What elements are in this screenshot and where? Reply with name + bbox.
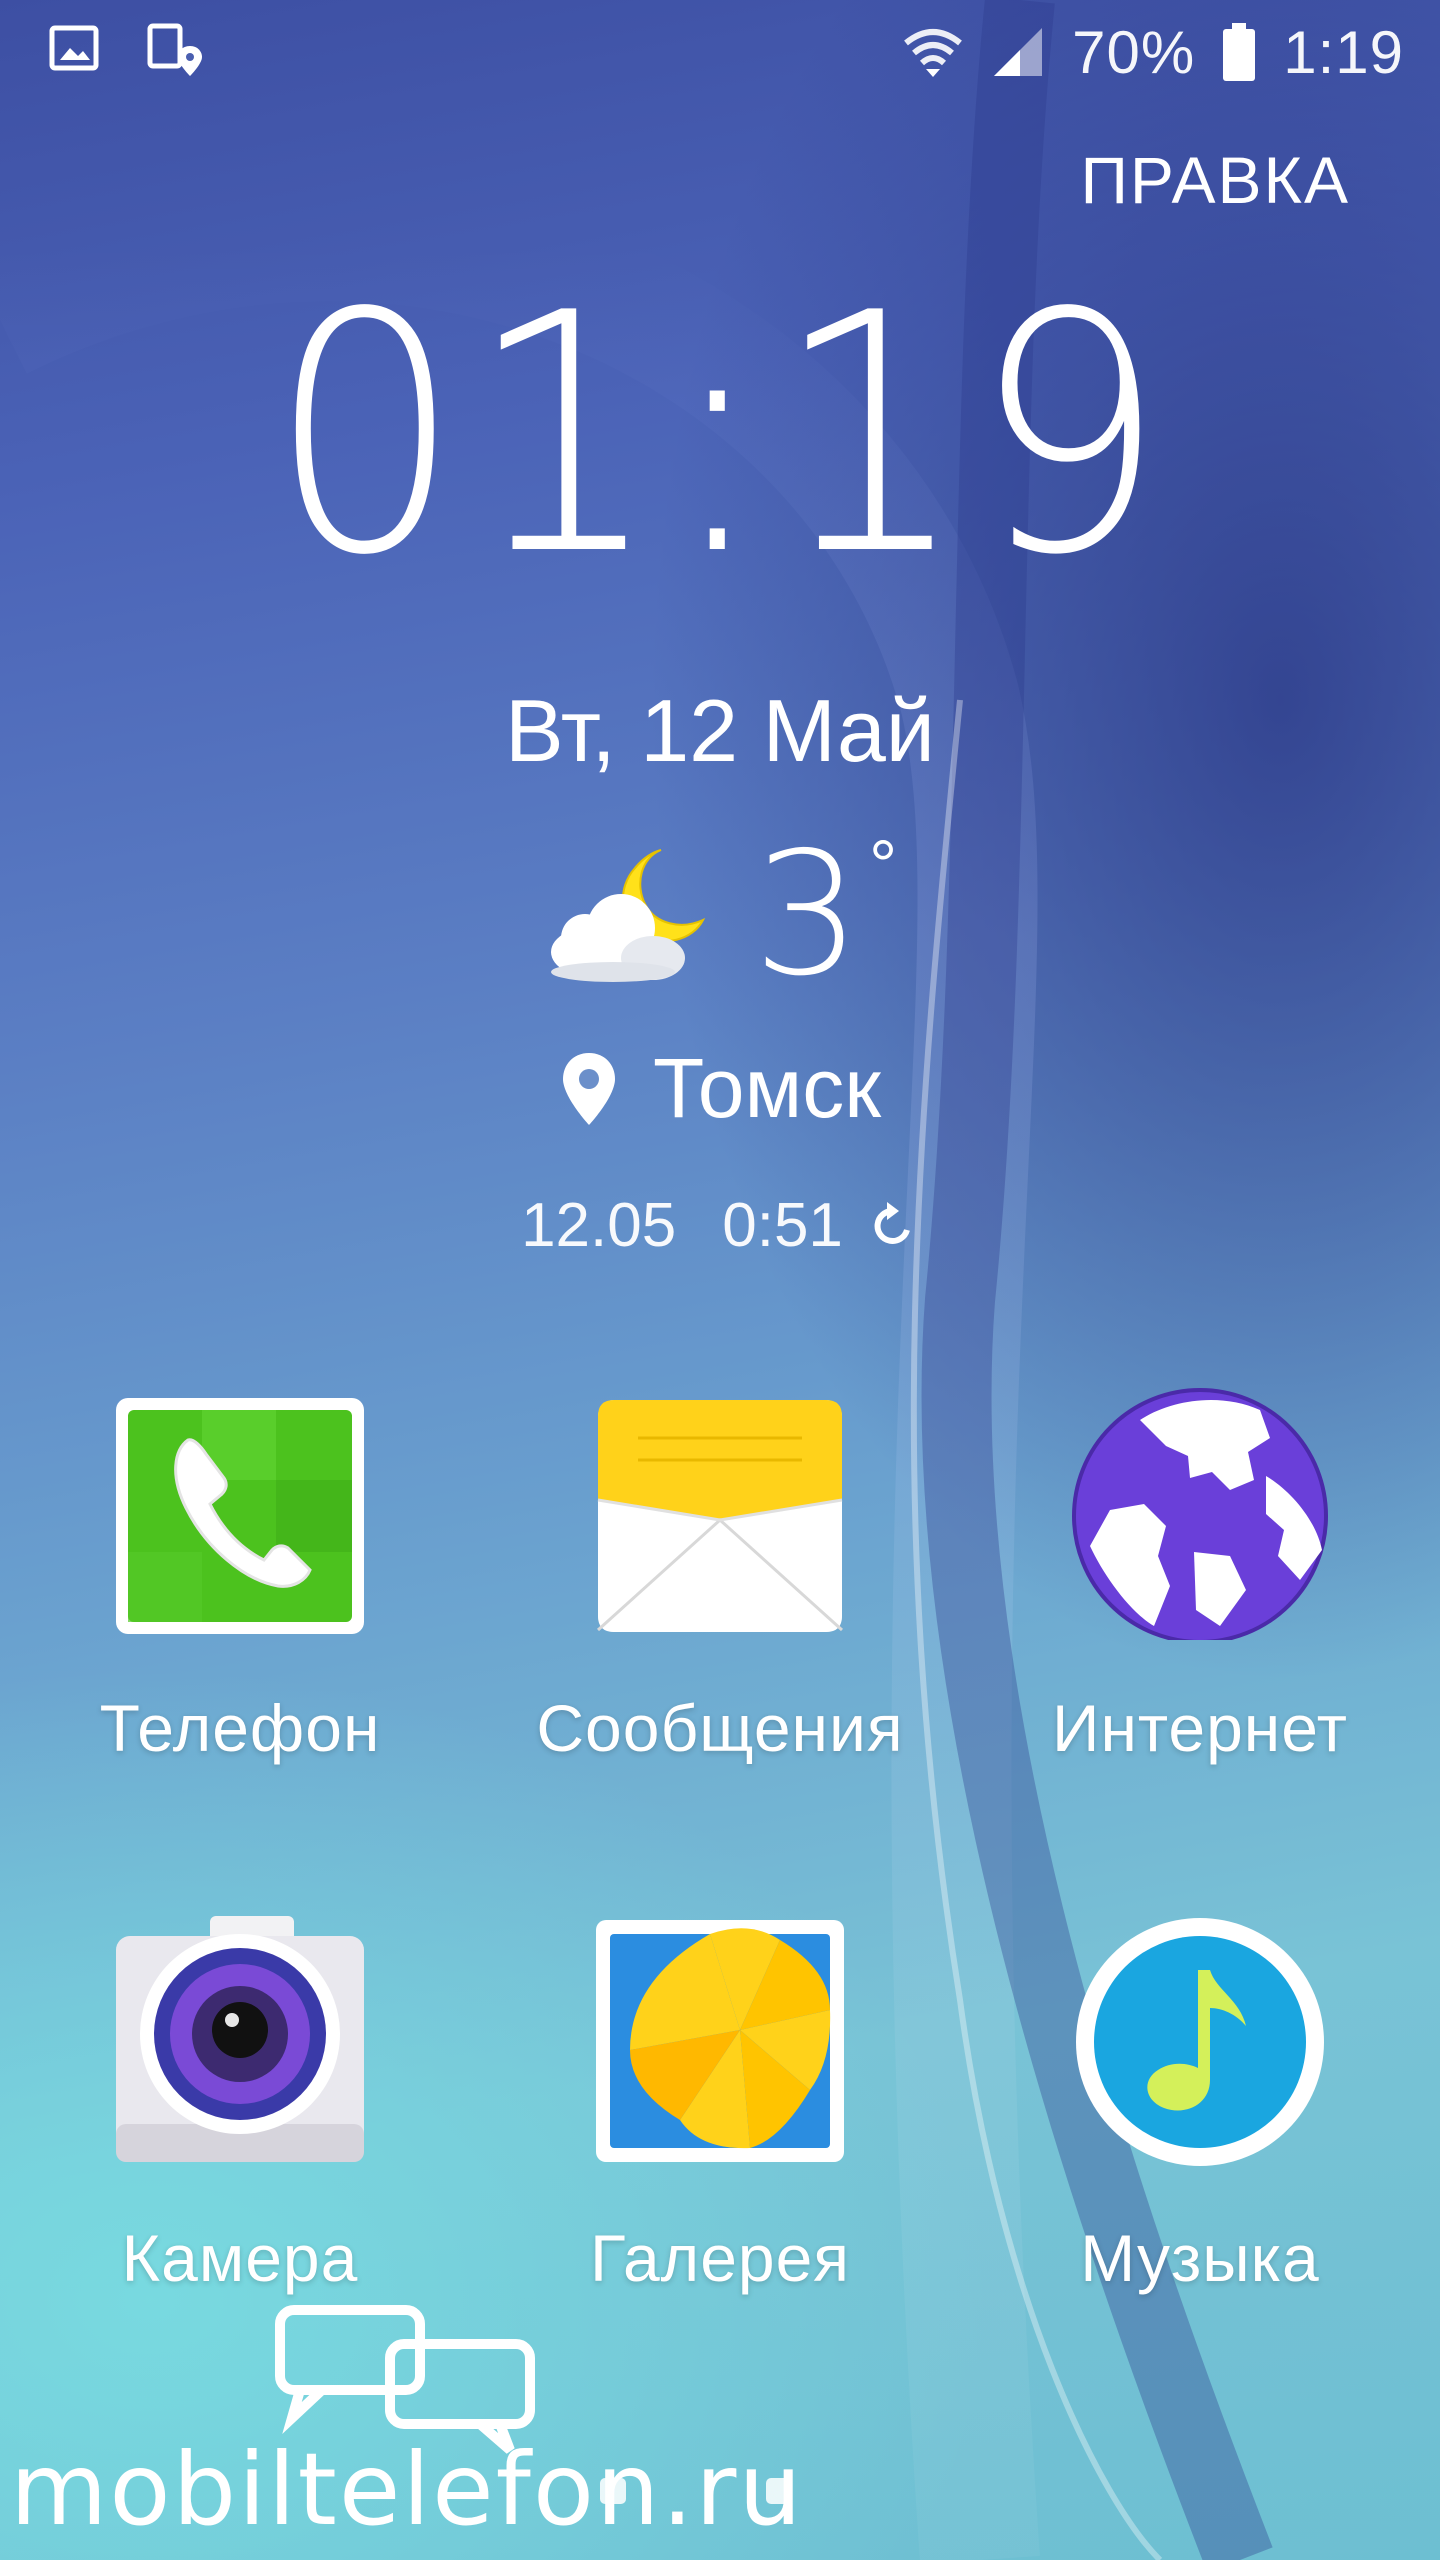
phone-icon	[116, 1398, 364, 1634]
city-name: Томск	[653, 1041, 881, 1135]
clock-time[interactable]: 01:19	[58, 270, 1383, 600]
temperature: 3	[752, 816, 862, 1014]
weather-widget[interactable]: 3 °	[0, 830, 1440, 1000]
app-label: Сообщения	[536, 1691, 904, 1765]
updated-time: 0:51	[722, 1191, 843, 1260]
clock-date: Вт, 12 Май	[505, 681, 935, 780]
location-pin-icon	[563, 1052, 616, 1125]
weather-location[interactable]: Томск	[0, 1040, 1440, 1137]
status-bar: 70% 1:19	[0, 0, 1440, 104]
cloud-moon-icon	[550, 849, 706, 982]
app-label: Галерея	[589, 2221, 851, 2295]
app-label: Музыка	[1080, 2221, 1320, 2295]
gallery-icon	[596, 1920, 844, 2162]
watermark-text: mobiltelefon.ru	[10, 2431, 804, 2548]
messages-icon	[596, 1400, 844, 1632]
location-device-icon	[147, 23, 202, 76]
app-label: Телефон	[99, 1691, 381, 1765]
refresh-icon[interactable]	[867, 1200, 919, 1252]
degree-symbol: °	[869, 826, 898, 904]
signal-icon	[994, 28, 1043, 76]
status-time: 1:19	[1283, 18, 1404, 86]
home-screen: 70% 1:19 ПРАВКА 01:19 Вт, 12 Май 3 ° Том…	[0, 0, 1440, 2560]
battery-icon	[1223, 23, 1256, 81]
updated-date: 12.05	[521, 1191, 677, 1260]
edit-button[interactable]: ПРАВКА	[1080, 142, 1350, 218]
gallery-notification-icon	[49, 25, 99, 71]
camera-icon	[116, 1916, 364, 2162]
battery-percent: 70%	[1072, 18, 1196, 86]
music-icon	[1076, 1918, 1324, 2166]
app-label: Интернет	[1052, 1691, 1348, 1765]
app-label: Камера	[121, 2221, 359, 2295]
internet-icon	[1072, 1388, 1328, 1640]
weather-updated[interactable]: 12.05 0:51	[0, 1190, 1440, 1261]
wifi-icon	[904, 29, 963, 77]
